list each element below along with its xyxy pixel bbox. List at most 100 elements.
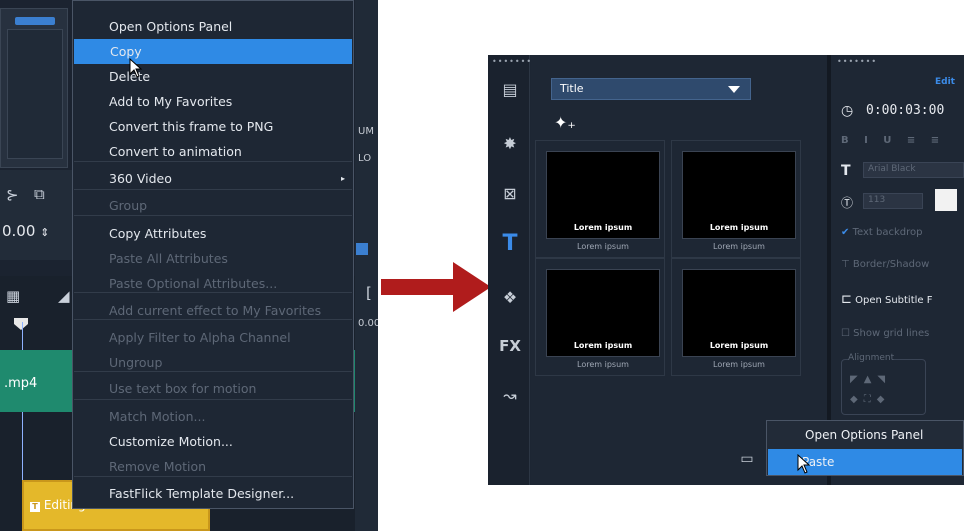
thumbnail-title: Lorem ipsum: [573, 223, 633, 232]
color-swatch[interactable]: [935, 189, 957, 211]
menu-item-label: Group: [109, 198, 148, 213]
library-preview: [7, 29, 63, 159]
border-shadow-label: Border/Shadow: [852, 259, 930, 270]
menu-item-copy[interactable]: Copy: [74, 39, 352, 64]
show-grid-row[interactable]: ☐ Show grid lines: [841, 328, 929, 339]
spinner-icon[interactable]: ⇕: [40, 226, 49, 239]
menu-item-label: Ungroup: [109, 355, 163, 370]
menu-item-add-to-my-favorites[interactable]: Add to My Favorites: [73, 89, 353, 114]
menu-item-customize-motion[interactable]: Customize Motion...: [73, 429, 353, 454]
copy-frame-icon[interactable]: ⧉: [34, 185, 45, 203]
menu-item-match-motion: Match Motion...: [73, 404, 353, 429]
alignment-label: Alignment: [848, 353, 895, 363]
transition-icon[interactable]: ⊠: [499, 183, 521, 205]
menu-item-label: Copy Attributes: [109, 226, 207, 241]
border-shadow-row[interactable]: ⊤ Border/Shadow: [841, 259, 929, 270]
menu-item-label: Customize Motion...: [109, 434, 233, 449]
mouse-cursor-icon: [797, 454, 811, 474]
menu-item-add-current-effect-to-my-favorites: Add current effect to My Favorites: [73, 298, 353, 323]
font-size-value: 113: [868, 195, 886, 205]
text-backdrop-row[interactable]: ✔ Text backdrop: [841, 227, 922, 238]
checkbox-icon[interactable]: ☐: [841, 328, 850, 339]
text-backdrop-label: Text backdrop: [852, 227, 923, 238]
title-track-icon: T: [30, 502, 40, 512]
alignment-icons[interactable]: ◆⛶◆: [850, 394, 890, 405]
menu-item-paste-optional-attributes: Paste Optional Attributes...: [73, 271, 353, 296]
open-subtitle-row[interactable]: ⊏ Open Subtitle F: [841, 292, 933, 307]
font-icon: T: [841, 163, 851, 179]
menu-item-label: Open Options Panel: [805, 428, 924, 442]
menu-item-label: Use text box for motion: [109, 381, 257, 396]
fx-icon[interactable]: FX: [499, 335, 521, 357]
open-subtitle-label: Open Subtitle F: [855, 295, 933, 306]
menu-item-label: Add to My Favorites: [109, 94, 233, 109]
title-icon[interactable]: T: [499, 233, 521, 255]
left-screenshot: ⊱ ⧉ 0.00 ⇕ ▦ ◢ .mp4 T Editing Audio UM L…: [0, 0, 378, 531]
menu-item-group: Group: [73, 193, 353, 218]
subtitle-icon: ⊏: [841, 292, 852, 307]
thumbnail-cell[interactable]: Lorem ipsum Lorem ipsum: [671, 258, 801, 376]
menu-item-label: FastFlick Template Designer...: [109, 486, 295, 501]
side-label-um: UM: [358, 126, 374, 137]
library-sidebar: ••••••• ▤ ✸ ⊠ T ❖ FX ↝: [488, 55, 531, 485]
show-grid-label: Show grid lines: [853, 328, 930, 339]
side-label-time: 0.00: [358, 318, 378, 329]
context-menu-right: Open Options Panel Paste: [766, 420, 964, 476]
font-dropdown[interactable]: Arial Black: [863, 162, 964, 178]
media-icon[interactable]: ▤: [499, 79, 521, 101]
thumbnail-title: Lorem ipsum: [573, 341, 633, 350]
add-favorite-icon[interactable]: ✦₊: [554, 113, 576, 132]
blue-indicator: [356, 243, 368, 255]
timecode[interactable]: 0:00:03:00: [866, 103, 944, 118]
menu-item-convert-this-frame-to-png[interactable]: Convert this frame to PNG: [73, 114, 353, 139]
menu-item-open-options-panel[interactable]: Open Options Panel: [767, 422, 963, 448]
menu-item-convert-to-animation[interactable]: Convert to animation: [73, 139, 353, 164]
cut-icon[interactable]: ⊱: [6, 186, 19, 204]
menu-item-label: Paste Optional Attributes...: [109, 276, 278, 291]
menu-item-open-options-panel[interactable]: Open Options Panel: [73, 14, 353, 39]
chevron-down-icon: [728, 86, 740, 93]
font-name: Arial Black: [868, 164, 916, 174]
thumbnail-cell[interactable]: Lorem ipsum Lorem ipsum: [535, 140, 665, 258]
menu-item-fastflick-template-designer[interactable]: FastFlick Template Designer...: [73, 481, 353, 506]
thumbnail-subtitle: Lorem ipsum: [713, 242, 765, 251]
mouse-cursor-icon: [129, 58, 143, 78]
thumbnail-cell[interactable]: Lorem ipsum Lorem ipsum: [671, 140, 801, 258]
timeline-view-icon[interactable]: ▦: [6, 287, 20, 305]
bracket-icon: [: [366, 284, 372, 302]
path-icon[interactable]: ↝: [499, 385, 521, 407]
menu-item-label: 360 Video: [109, 171, 172, 186]
graphics-icon[interactable]: ❖: [499, 287, 521, 309]
tab-edit[interactable]: Edit: [935, 77, 955, 87]
menu-item-use-text-box-for-motion: Use text box for motion: [73, 376, 353, 401]
menu-item-label: Copy: [110, 44, 142, 59]
media-library-icon[interactable]: ▭: [736, 448, 758, 470]
menu-item-remove-motion: Remove Motion: [73, 454, 353, 479]
checkbox-icon[interactable]: ✔: [841, 227, 849, 238]
menu-item-delete[interactable]: Delete: [73, 64, 353, 89]
context-menu-left: Open Options Panel Copy Delete Add to My Fa…: [72, 0, 354, 509]
menu-item-label: Convert this frame to PNG: [109, 119, 274, 134]
menu-item-360-video[interactable]: 360 Video ▸: [73, 166, 353, 191]
border-shadow-icon: ⊤: [841, 259, 850, 270]
text-format-icons[interactable]: B I U ≡ ≡: [841, 135, 945, 146]
instant-project-icon[interactable]: ✸: [499, 133, 521, 155]
menu-item-label: Open Options Panel: [109, 19, 233, 34]
menu-item-label: Apply Filter to Alpha Channel: [109, 330, 291, 345]
menu-item-copy-attributes[interactable]: Copy Attributes: [73, 221, 353, 246]
library-thumbnail-panel: [0, 8, 68, 168]
menu-item-label: Remove Motion: [109, 459, 207, 474]
thumbnail-subtitle: Lorem ipsum: [577, 360, 629, 369]
timeline-tool-icon[interactable]: ◢: [58, 287, 70, 305]
alignment-icons[interactable]: ◤▲◥: [850, 374, 891, 385]
thumbnail-title: Lorem ipsum: [709, 223, 769, 232]
menu-item-label: Match Motion...: [109, 409, 206, 424]
category-dropdown[interactable]: Title: [551, 78, 751, 100]
grip-icon: •••••••: [837, 57, 878, 66]
thumbnail-cell[interactable]: Lorem ipsum Lorem ipsum: [535, 258, 665, 376]
side-label-lo: LO: [358, 153, 372, 164]
time-value[interactable]: 0.00 ⇕: [2, 222, 49, 240]
panel-header-bar: [15, 17, 55, 25]
font-size-field[interactable]: 113: [863, 193, 923, 209]
right-strip: [355, 0, 378, 531]
